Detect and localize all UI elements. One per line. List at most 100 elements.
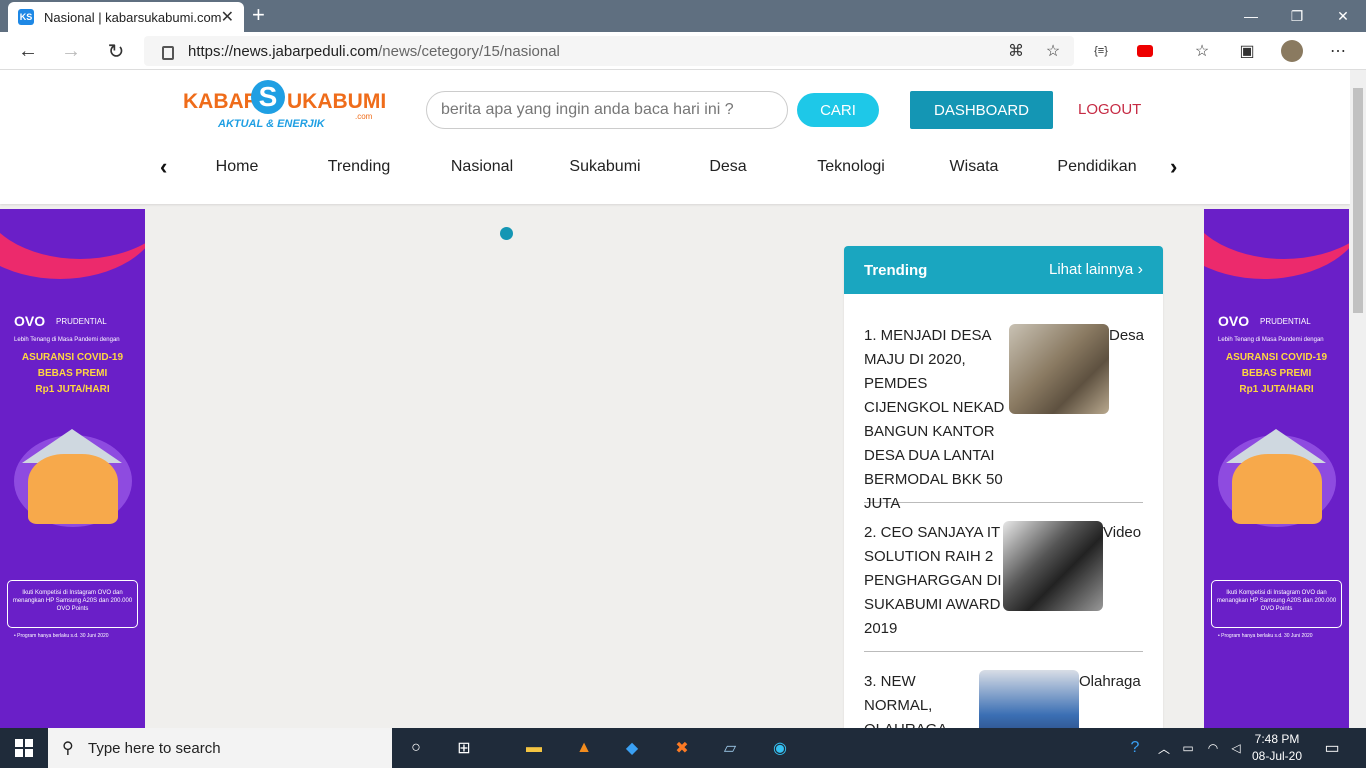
reload-icon[interactable]: ↻ (103, 39, 129, 63)
taskbar-search-input[interactable]: ⚲ Type here to search (48, 728, 392, 768)
nav-item-pendidikan[interactable]: Pendidikan (1057, 158, 1136, 176)
nav-item-sukabumi[interactable]: Sukabumi (569, 158, 640, 176)
trending-item[interactable]: 2. CEO SANJAYA IT SOLUTION RAIH 2 PENGHA… (864, 521, 1143, 652)
banner-promo-box: Ikuti Kompetisi di Instagram OVO dan men… (1211, 580, 1342, 628)
banner-partner: PRUDENTIAL (56, 317, 107, 326)
windows-start-icon[interactable] (0, 728, 48, 768)
trending-panel: Trending Lihat lainnya › 1. MENJADI DESA… (844, 246, 1163, 728)
browser-tab-strip: KS Nasional | kabarsukabumi.com ✕ + — ❐ … (0, 0, 1366, 32)
close-tab-icon[interactable]: ✕ (221, 7, 234, 27)
banner-note: • Program hanya berlaku s.d. 30 Juni 202… (14, 633, 109, 639)
avatar[interactable] (1281, 40, 1303, 62)
trending-item-category[interactable]: Olahraga (1079, 673, 1141, 690)
trending-item-title[interactable]: 3. NEW NORMAL, OLAHRAGA (864, 670, 974, 728)
nav-item-desa[interactable]: Desa (709, 158, 746, 176)
ad-banner-left[interactable]: OVO PRUDENTIAL Lebih Tenang di Masa Pand… (0, 209, 145, 728)
banner-headline-3: Rp1 JUTA/HARI (35, 384, 110, 395)
vlc-icon[interactable]: ▲ (572, 736, 596, 760)
browser-tab[interactable]: KS Nasional | kabarsukabumi.com ✕ (8, 2, 244, 32)
volume-icon[interactable]: ◁ (1224, 736, 1248, 760)
battery-icon[interactable]: ▭ (1176, 736, 1200, 760)
more-menu-icon[interactable]: ⋯ (1327, 40, 1349, 62)
lock-icon (162, 46, 174, 60)
banner-subtext: Lebih Tenang di Masa Pandemi dengan (14, 337, 120, 343)
site-favicon-icon: KS (18, 9, 34, 25)
task-view-icon[interactable]: ○ (404, 736, 428, 760)
chevron-right-icon: › (1137, 261, 1143, 278)
trending-item-thumbnail[interactable] (1003, 521, 1103, 611)
clock-time: 7:48 PM (1254, 732, 1300, 746)
logo-word-ukabumi: UKABUMI (287, 90, 387, 113)
forward-icon[interactable]: → (58, 39, 84, 63)
translate-icon[interactable]: ⌘ (1005, 40, 1027, 62)
notifications-icon[interactable]: ▭ (1320, 736, 1344, 760)
tab-title: Nasional | kabarsukabumi.com (44, 9, 221, 25)
taskbar-search-placeholder: Type here to search (88, 739, 221, 757)
people-illustration (1232, 454, 1322, 524)
minimize-icon[interactable]: — (1228, 0, 1274, 32)
help-icon[interactable]: ? (1123, 736, 1147, 760)
restore-icon[interactable]: ❐ (1274, 0, 1320, 32)
banner-headline-2: BEBAS PREMI (37, 368, 108, 379)
banner-headline-3: Rp1 JUTA/HARI (1239, 384, 1314, 395)
banner-brand: OVO (14, 313, 46, 329)
trending-item-title[interactable]: 2. CEO SANJAYA IT SOLUTION RAIH 2 PENGHA… (864, 521, 1004, 641)
back-icon[interactable]: ← (15, 39, 41, 63)
nav-item-trending[interactable]: Trending (328, 158, 391, 176)
trending-item-category[interactable]: Video (1103, 524, 1141, 541)
see-more-link[interactable]: Lihat lainnya › (1049, 261, 1143, 279)
vscode-icon[interactable]: ◆ (620, 736, 644, 760)
scrollbar-thumb[interactable] (1353, 88, 1363, 313)
nav-item-teknologi[interactable]: Teknologi (817, 158, 885, 176)
logout-link[interactable]: LOGOUT (1078, 101, 1141, 118)
edge-icon[interactable]: ◉ (768, 736, 792, 760)
search-icon: ⚲ (62, 740, 74, 757)
trending-item-thumbnail[interactable] (979, 670, 1079, 728)
search-input[interactable]: berita apa yang ingin anda baca hari ini… (426, 91, 788, 129)
banner-note: • Program hanya berlaku s.d. 30 Juni 202… (1218, 633, 1313, 639)
nav-item-nasional[interactable]: Nasional (451, 158, 513, 176)
windows-taskbar: ⚲ Type here to search ○ ⊞ ▬ ▲ ◆ ✖ ▱ ◉ ? … (0, 728, 1366, 768)
favorites-icon[interactable]: ☆ (1191, 40, 1213, 62)
nav-prev-icon[interactable]: ‹ (160, 154, 167, 180)
site-logo[interactable]: KABAR S UKABUMI .com AKTUAL & ENERJIK (183, 78, 387, 136)
nav-item-home[interactable]: Home (216, 158, 259, 176)
see-more-label: Lihat lainnya (1048, 261, 1134, 278)
xampp-icon[interactable]: ✖ (670, 736, 694, 760)
trending-item-category[interactable]: Desa (1109, 327, 1144, 344)
trending-item-thumbnail[interactable] (1009, 324, 1109, 414)
chevron-up-icon[interactable]: ︿ (1152, 736, 1176, 760)
trending-item-title[interactable]: 1. MENJADI DESA MAJU DI 2020, PEMDES CIJ… (864, 324, 1009, 516)
file-explorer-icon[interactable]: ▬ (522, 736, 546, 760)
banner-headline-2: BEBAS PREMI (1241, 368, 1312, 379)
notepad-icon[interactable]: ▱ (718, 736, 742, 760)
url-path: /news/cetegory/15/nasional (378, 42, 560, 60)
system-clock[interactable]: 7:48 PM 08-Jul-20 (1252, 731, 1302, 765)
url-field[interactable]: https://news.jabarpeduli.com/news/cetego… (144, 36, 1074, 66)
logo-word-kabar: KABAR (183, 90, 259, 113)
trending-title: Trending (864, 261, 928, 279)
trending-item[interactable]: 1. MENJADI DESA MAJU DI 2020, PEMDES CIJ… (864, 324, 1144, 512)
page-scrollbar[interactable] (1350, 70, 1366, 728)
search-button[interactable]: CARI (797, 93, 879, 127)
new-tab-icon[interactable]: + (252, 3, 265, 27)
url-host: https://news.jabarpeduli.com (188, 42, 379, 60)
trending-item[interactable]: 3. NEW NORMAL, OLAHRAGA Olahraga (864, 670, 1143, 728)
wifi-icon[interactable]: ◠ (1201, 736, 1225, 760)
ad-banner-right[interactable]: OVO PRUDENTIAL Lebih Tenang di Masa Pand… (1204, 209, 1349, 728)
logo-com: .com (355, 112, 373, 121)
favorite-star-icon[interactable]: ☆ (1042, 40, 1064, 62)
youtube-icon[interactable] (1134, 40, 1156, 62)
extension-icon[interactable]: {≡} (1090, 40, 1112, 62)
dashboard-button[interactable]: DASHBOARD (910, 91, 1053, 129)
nav-item-wisata[interactable]: Wisata (950, 158, 999, 176)
site-header: KABAR S UKABUMI .com AKTUAL & ENERJIK be… (0, 70, 1350, 204)
nav-next-icon[interactable]: › (1170, 154, 1177, 180)
logo-tagline: AKTUAL & ENERJIK (218, 118, 325, 130)
collections-icon[interactable]: ▣ (1236, 40, 1258, 62)
logo-s-badge: S (251, 80, 285, 114)
trending-header: Trending Lihat lainnya › (844, 246, 1163, 294)
close-window-icon[interactable]: ✕ (1320, 0, 1366, 32)
timeline-icon[interactable]: ⊞ (452, 736, 476, 760)
loading-indicator (500, 227, 513, 240)
